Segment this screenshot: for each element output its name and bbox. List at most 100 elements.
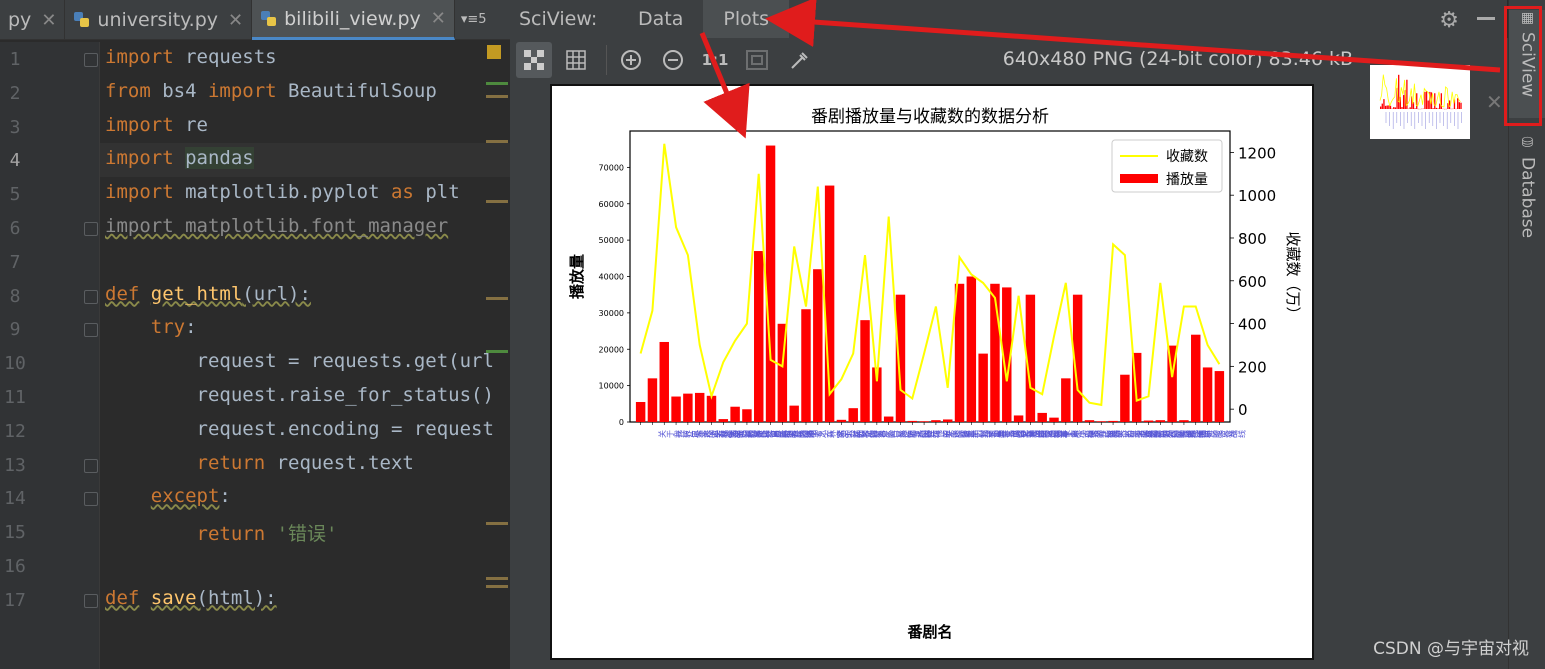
line-number: 8	[9, 285, 21, 307]
bar	[1214, 371, 1225, 422]
bar	[671, 396, 681, 422]
tab-label: py	[8, 9, 32, 31]
close-icon[interactable]: ✕	[431, 8, 446, 29]
actual-size-icon[interactable]: 1:1	[697, 42, 733, 78]
fit-zoom-icon[interactable]	[739, 42, 775, 78]
y-tick-label: 10000	[599, 382, 624, 391]
sidebar-item-label: Database	[1517, 157, 1538, 239]
chessboard-background-icon[interactable]	[516, 42, 552, 78]
thumbnail-bar	[1393, 107, 1395, 109]
zoom-in-icon[interactable]	[613, 42, 649, 78]
bar	[1179, 420, 1189, 422]
code-line: import re	[105, 113, 208, 136]
error-stripe[interactable]	[482, 42, 510, 669]
code-editor[interactable]: import requests from bs4 import Beautiful…	[100, 42, 510, 669]
gear-icon[interactable]: ⚙	[1439, 8, 1459, 33]
warning-marker[interactable]	[486, 95, 508, 98]
warning-marker[interactable]	[486, 522, 508, 525]
line-number: 12	[4, 420, 26, 442]
thumbnail-line	[1379, 74, 1461, 108]
tab-bilibili-view-py[interactable]: bilibili_view.py ✕	[252, 0, 455, 40]
code-line: return '错误'	[196, 523, 338, 546]
code-line: def get_html(url):	[105, 282, 311, 305]
x-axis-label: 番剧名	[906, 623, 952, 641]
fold-marker-icon[interactable]	[84, 289, 98, 304]
bar	[895, 294, 906, 422]
warning-marker[interactable]	[486, 297, 508, 300]
bar	[1049, 417, 1059, 422]
legend-swatch-bar	[1120, 174, 1158, 183]
line-number-gutter: 1 2 3 4 5 6 7 8 9 10 11 12 13 14 15 16 17	[0, 42, 100, 669]
line-number: 4	[9, 150, 21, 172]
tab-label: bilibili_view.py	[284, 7, 421, 30]
fold-marker-icon[interactable]	[84, 492, 98, 507]
y2-axis-label: 收藏数（万）	[1284, 231, 1302, 321]
thumbnail-bar	[1435, 107, 1438, 109]
highlight-box	[1504, 6, 1542, 126]
line-number: 15	[4, 522, 26, 544]
y-tick-label: 20000	[599, 345, 624, 354]
bar	[966, 276, 977, 422]
close-icon[interactable]: ✕	[228, 10, 243, 31]
bar	[1191, 334, 1201, 422]
code-line: import requests	[105, 46, 277, 68]
sidebar-item-database[interactable]: ⛁ Database	[1509, 135, 1545, 245]
line-number: 3	[9, 116, 21, 138]
legend-label: 播放量	[1166, 172, 1208, 188]
line-number: 5	[9, 184, 21, 206]
thumbnail-preview	[1379, 74, 1462, 129]
bar	[647, 378, 658, 422]
bar	[765, 145, 776, 423]
warning-marker[interactable]	[486, 577, 508, 580]
line-number: 14	[4, 488, 26, 510]
bar	[1120, 374, 1130, 422]
color-picker-icon[interactable]	[781, 42, 817, 78]
code-line: def save(html):	[105, 586, 277, 609]
fold-marker-icon[interactable]	[84, 53, 98, 67]
warning-marker[interactable]	[486, 585, 508, 588]
warning-indicator-icon[interactable]	[487, 45, 501, 59]
line-number: 11	[4, 387, 26, 408]
y2-tick-label: 1200	[1238, 144, 1276, 162]
toolbar-separator	[606, 45, 607, 75]
tab-university-py[interactable]: university.py ✕	[65, 0, 253, 40]
fold-marker-icon[interactable]	[84, 222, 98, 236]
tab-label: university.py	[97, 9, 219, 31]
change-marker[interactable]	[486, 82, 508, 85]
tab-plots[interactable]: Plots	[703, 0, 790, 38]
y2-tick-label: 0	[1238, 401, 1248, 419]
change-marker[interactable]	[486, 350, 508, 353]
bar	[801, 309, 811, 422]
thumbnail-bar	[1388, 105, 1390, 109]
chart-svg: 番剧播放量与收藏数的数据分析01000020000300004000050000…	[568, 107, 1302, 641]
fold-marker-icon[interactable]	[84, 323, 98, 338]
warning-marker[interactable]	[486, 140, 508, 143]
grid-icon[interactable]	[558, 42, 594, 78]
legend-label: 收藏数	[1166, 149, 1208, 165]
zoom-out-icon[interactable]	[655, 42, 691, 78]
warning-marker[interactable]	[486, 200, 508, 203]
tab-py[interactable]: py ✕	[0, 0, 66, 40]
close-icon[interactable]: ✕	[1486, 90, 1503, 114]
tab-data[interactable]: Data	[618, 0, 703, 38]
code-line: return request.text	[196, 451, 414, 474]
minimize-icon[interactable]	[1477, 17, 1495, 20]
sciview-title: SciView:	[519, 8, 598, 30]
bar	[742, 409, 752, 422]
line-number: 2	[9, 82, 21, 104]
fold-marker-icon[interactable]	[84, 593, 98, 608]
bar	[659, 341, 669, 422]
plot-thumbnail[interactable]	[1370, 65, 1470, 139]
y-tick-label: 50000	[599, 236, 624, 245]
plot-viewer[interactable]: 番剧播放量与收藏数的数据分析 0 10000 20000 30000 40000 50000…	[510, 82, 1358, 669]
fold-marker-icon[interactable]	[84, 458, 98, 473]
watermark: CSDN @与宇宙对视	[1373, 639, 1529, 659]
bar	[1084, 420, 1095, 422]
plot-thumbnails: ✕	[1358, 38, 1508, 669]
close-icon[interactable]: ✕	[41, 10, 56, 31]
code-line: import matplotlib.pyplot as plt	[105, 181, 460, 204]
bar	[1037, 412, 1047, 422]
bar	[942, 419, 953, 422]
line-number: 7	[9, 251, 21, 273]
tab-overflow-menu[interactable]: ▾≡5	[455, 0, 493, 39]
